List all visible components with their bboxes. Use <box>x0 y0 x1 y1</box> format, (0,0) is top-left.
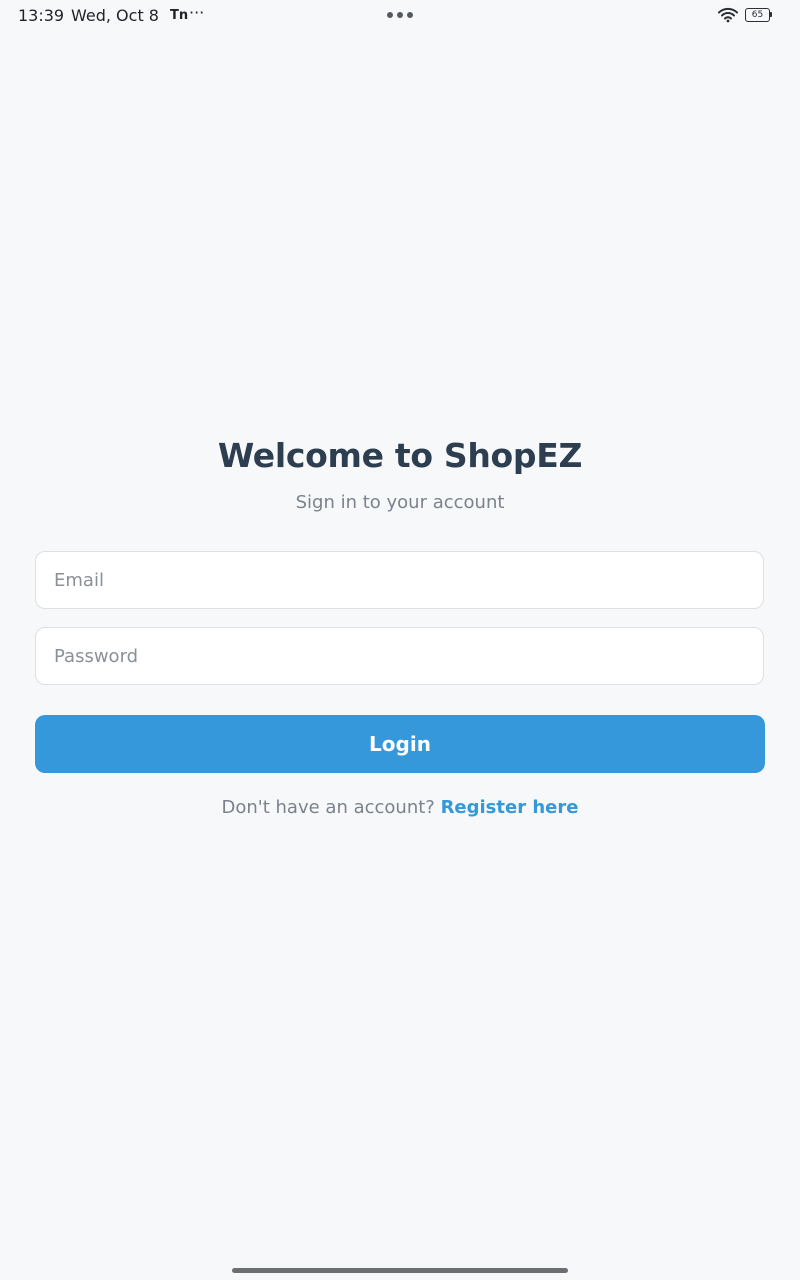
multitasking-dots-icon[interactable] <box>387 12 413 18</box>
register-prompt-text: Don't have an account? <box>221 797 441 818</box>
status-time: 13:39 <box>18 6 65 25</box>
status-bar: 13:39 Wed, Oct 8 Tn ··· 65 <box>0 0 800 32</box>
status-date: Wed, Oct 8 <box>71 6 159 25</box>
register-prompt-line: Don't have an account? Register here <box>0 797 800 818</box>
login-button[interactable]: Login <box>35 715 765 773</box>
register-link[interactable]: Register here <box>441 797 579 818</box>
email-field[interactable] <box>35 551 764 609</box>
password-field[interactable] <box>35 627 764 685</box>
battery-icon: 65 <box>745 8 773 22</box>
home-indicator[interactable] <box>232 1268 568 1273</box>
more-notifications-icon: ··· <box>189 3 205 22</box>
notification-app-icon: Tn <box>170 8 189 23</box>
page-title: Welcome to ShopEZ <box>217 436 583 475</box>
wifi-icon <box>718 7 738 23</box>
battery-level: 65 <box>745 8 770 22</box>
page-subtitle: Sign in to your account <box>295 492 505 513</box>
